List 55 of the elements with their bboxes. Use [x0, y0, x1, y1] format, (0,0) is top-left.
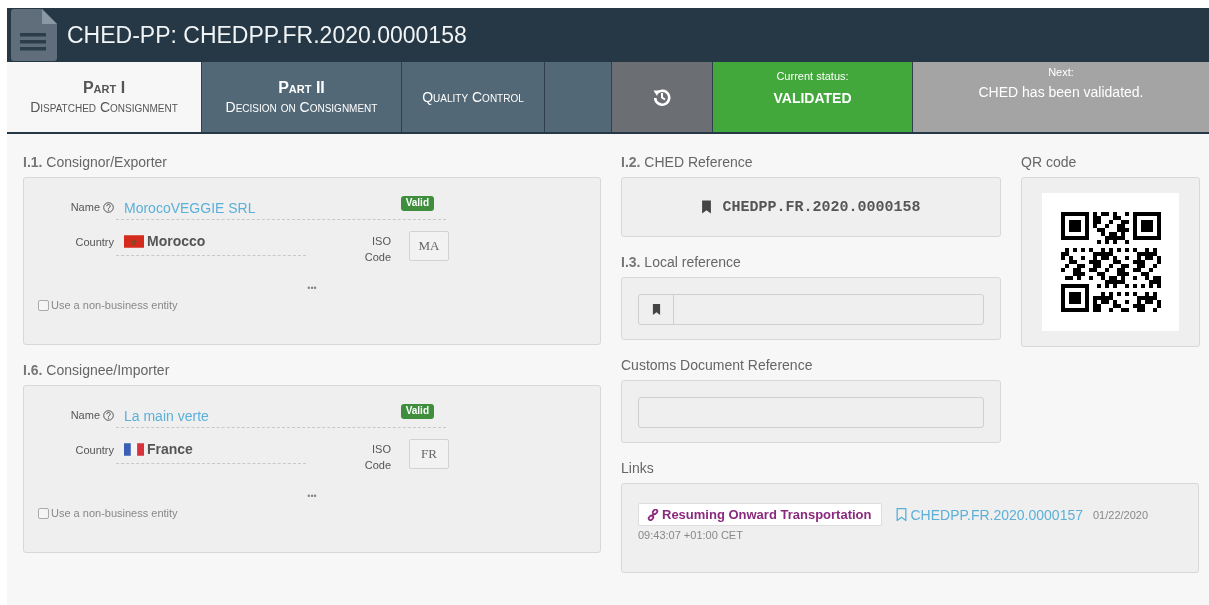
reference-number: CHEDPP.FR.2020.0000158 [722, 198, 921, 216]
checkbox-label: Use a non-business entity [51, 299, 178, 311]
valid-badge: Valid [400, 196, 434, 211]
section-title: I.2. CHED Reference [621, 154, 754, 170]
history-button[interactable] [612, 62, 713, 132]
field-label: Country [75, 444, 114, 456]
link-time: 09:43:07 +01:00 CET [638, 529, 744, 541]
country-name: France [147, 441, 193, 457]
more-button[interactable]: ••• [307, 283, 317, 293]
tab[interactable]: Part II Decision on Consignment [202, 62, 402, 132]
history-icon [653, 88, 671, 106]
country-name: Morocco [147, 233, 206, 249]
status-caption: Current status: [775, 70, 850, 82]
iso-code-field[interactable]: MA [409, 231, 449, 261]
flag-icon [124, 442, 144, 456]
tab[interactable]: Quality Control [402, 62, 545, 132]
field-label: ISO Code [363, 234, 391, 265]
field-label: Country [75, 236, 114, 248]
link-date: 01/22/2020 [1093, 508, 1149, 521]
field-label: Name [70, 409, 100, 421]
tab-subtitle: Dispatched Consignment [30, 99, 178, 115]
iso-code-field[interactable]: FR [409, 439, 449, 469]
section-title: I.3. Local reference [621, 254, 742, 270]
tab-title: Part II [278, 79, 325, 97]
field-label: ISO Code [363, 442, 391, 473]
tab-subtitle: Decision on Consignment [225, 99, 378, 115]
section-title: Links [621, 460, 655, 476]
tab-title: Part I [82, 79, 126, 97]
status-value: VALIDATED [772, 90, 853, 106]
tab[interactable] [545, 62, 612, 132]
bookmark-icon [651, 304, 661, 315]
more-button[interactable]: ••• [307, 491, 317, 501]
flag-icon [124, 234, 144, 248]
field-label: Name [70, 201, 100, 213]
tab-title: Quality Control [422, 89, 524, 105]
section-title: I.6. Consignee/Importer [23, 362, 171, 378]
section-title: Customs Document Reference [621, 357, 814, 373]
checkbox[interactable] [38, 507, 49, 519]
tab[interactable]: Part I Dispatched Consignment [7, 62, 202, 132]
link-icon [647, 508, 659, 521]
valid-badge: Valid [400, 404, 434, 419]
section-title: I.1. Consignor/Exporter [23, 154, 168, 170]
help-icon [103, 201, 114, 213]
next-caption: Next: [1047, 66, 1075, 78]
link-type-text: Resuming Onward Transportation [662, 507, 872, 522]
bookmark-icon [701, 200, 713, 214]
help-icon [103, 409, 114, 421]
customs-reference-field[interactable] [638, 397, 984, 428]
local-reference-field[interactable] [638, 294, 984, 325]
next-text: CHED has been validated. [977, 84, 1145, 100]
section-title: QR code [1021, 154, 1078, 170]
checkbox-label: Use a non-business entity [51, 507, 178, 519]
page-title: CHED-PP: CHEDPP.FR.2020.0000158 [67, 21, 467, 49]
checkbox[interactable] [38, 299, 49, 311]
bookmark-icon [896, 508, 908, 521]
